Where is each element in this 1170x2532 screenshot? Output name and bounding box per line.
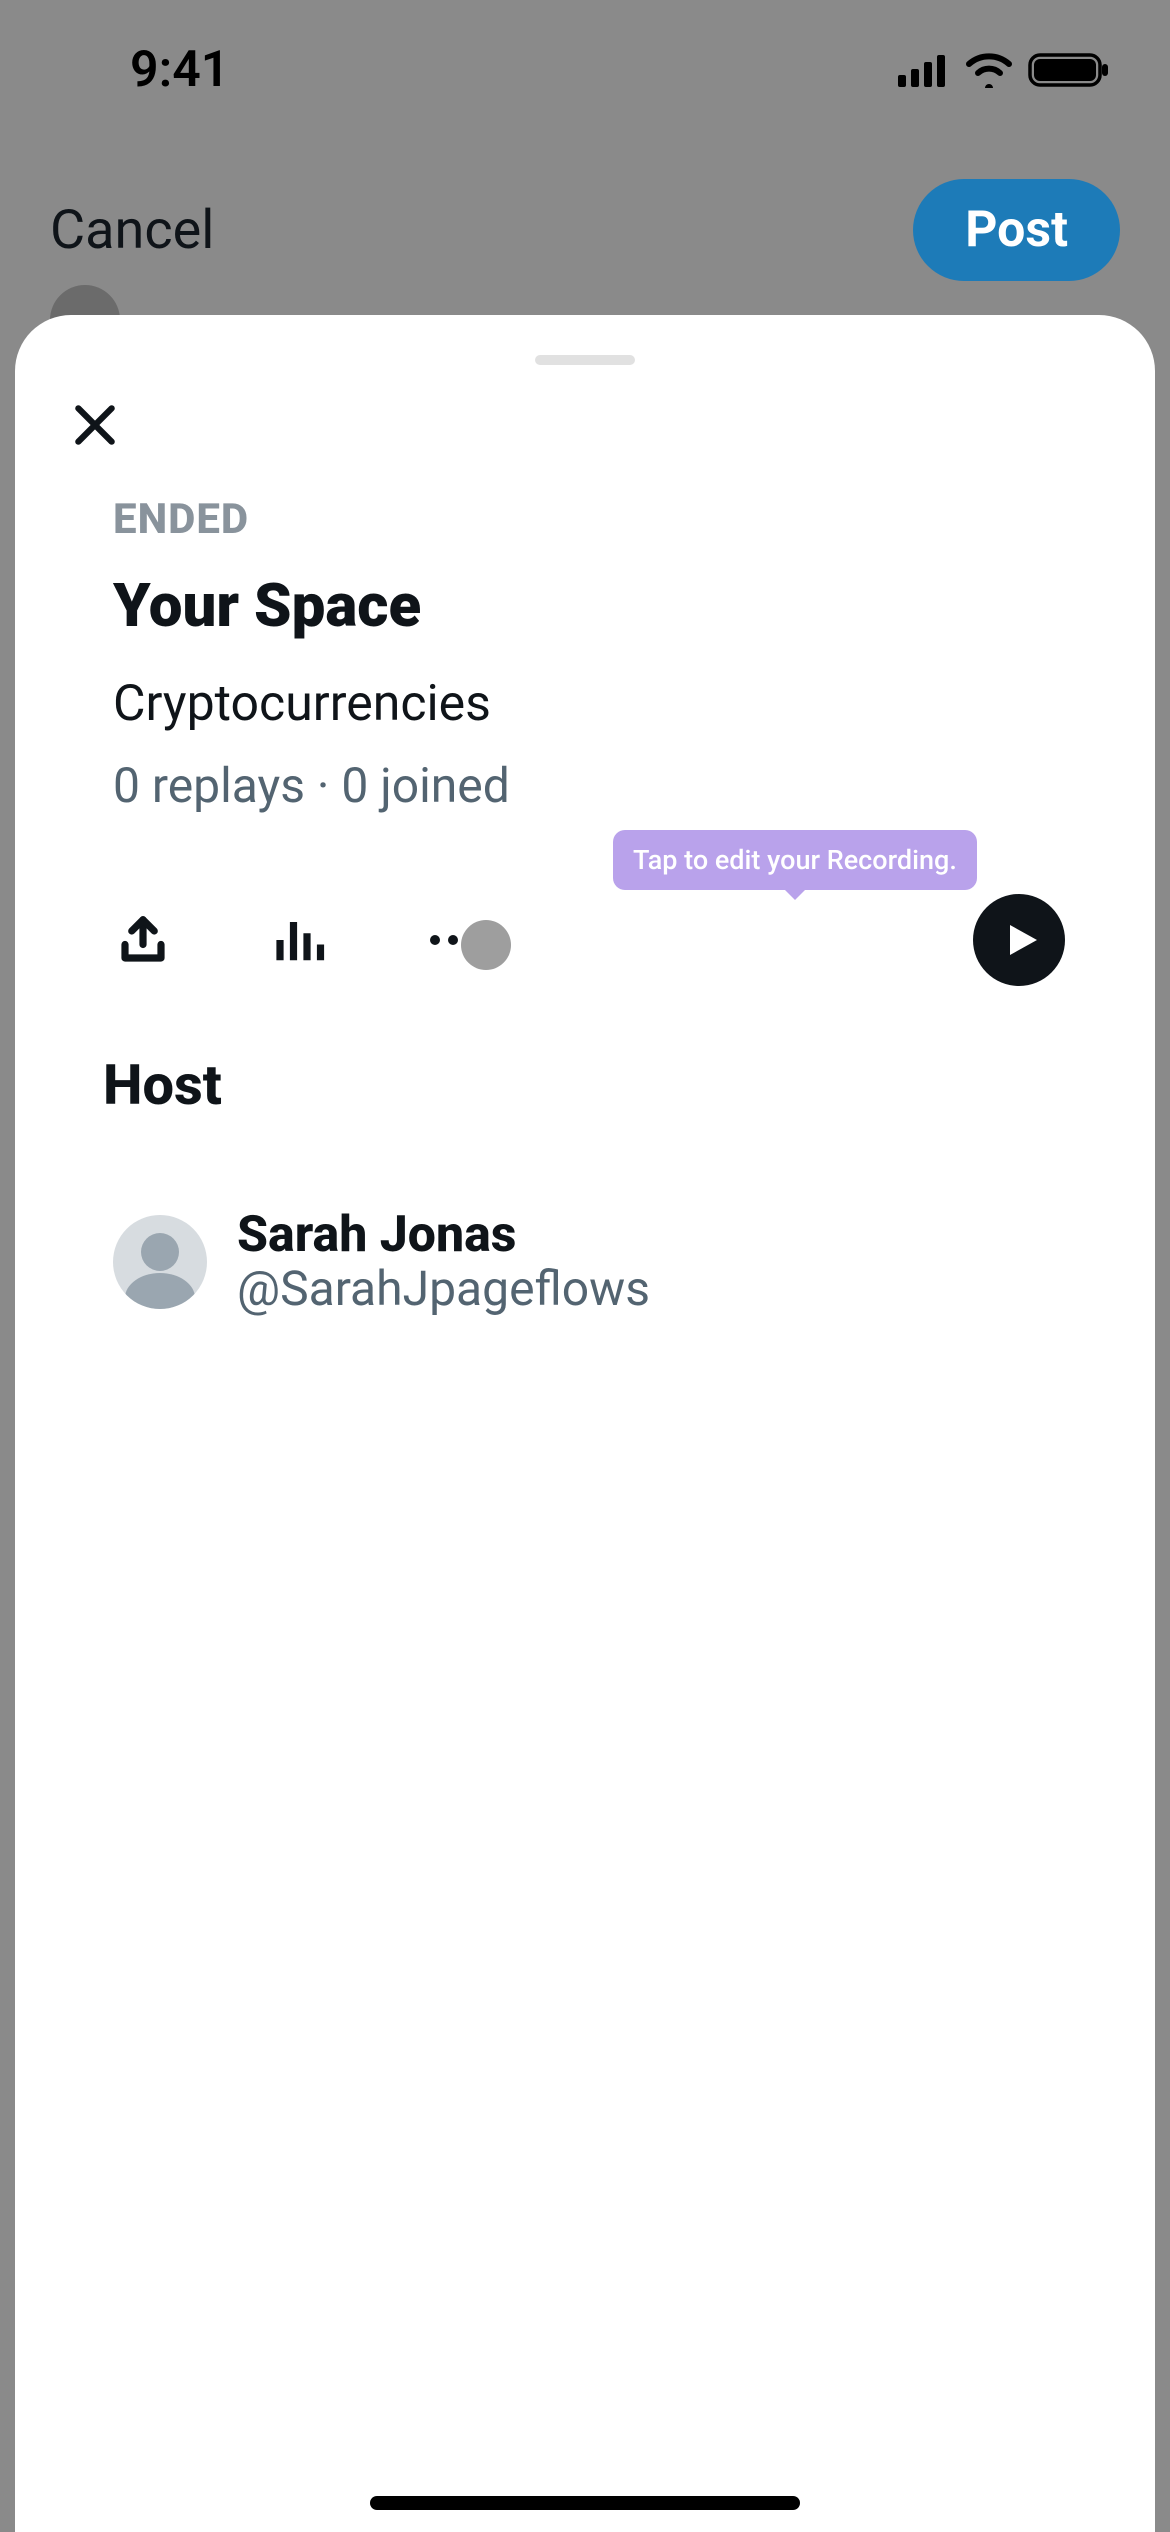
status-icons: [898, 51, 1110, 89]
more-button[interactable]: Tap to edit your Recording.: [423, 910, 483, 970]
actions-row: Tap to edit your Recording.: [113, 894, 1065, 986]
play-button[interactable]: [973, 894, 1065, 986]
play-icon: [1004, 920, 1040, 960]
attention-dot: [461, 920, 511, 970]
close-icon: [70, 400, 120, 450]
close-button[interactable]: [65, 395, 125, 455]
status-bar: 9:41: [0, 0, 1170, 100]
share-icon: [116, 913, 170, 967]
host-name: Sarah Jonas: [237, 1208, 650, 1263]
analytics-button[interactable]: [268, 910, 328, 970]
space-title: Your Space: [113, 570, 1065, 641]
battery-icon: [1028, 51, 1110, 89]
post-button[interactable]: Post: [913, 179, 1120, 281]
analytics-icon: [271, 913, 325, 967]
host-avatar: [113, 1215, 207, 1309]
status-time: 9:41: [130, 41, 229, 99]
host-heading: Host: [103, 1052, 1065, 1118]
compose-header: Cancel Post: [0, 130, 1170, 330]
cellular-icon: [898, 53, 950, 87]
home-indicator[interactable]: [370, 2496, 800, 2510]
edit-recording-tooltip: Tap to edit your Recording.: [613, 830, 977, 890]
space-ended-sheet: ENDED Your Space Cryptocurrencies 0 repl…: [15, 315, 1155, 2532]
space-status-label: ENDED: [113, 495, 1065, 544]
host-user-row[interactable]: Sarah Jonas @SarahJpageflows: [113, 1208, 1065, 1316]
wifi-icon: [964, 52, 1014, 88]
space-topic: Cryptocurrencies: [113, 675, 1065, 733]
share-button[interactable]: [113, 910, 173, 970]
host-handle: @SarahJpageflows: [237, 1263, 650, 1316]
cancel-button[interactable]: Cancel: [50, 199, 214, 262]
space-stats: 0 replays · 0 joined: [113, 757, 1065, 814]
sheet-grabber[interactable]: [535, 355, 635, 365]
